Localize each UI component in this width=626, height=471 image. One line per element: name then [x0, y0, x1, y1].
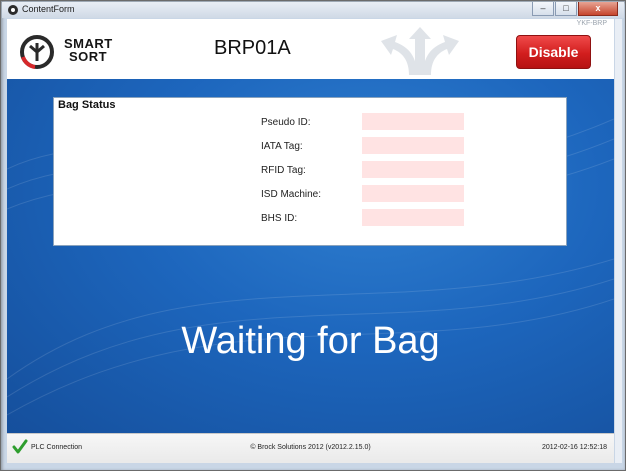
window-titlebar[interactable]: ContentForm – □ x: [2, 2, 624, 18]
pseudo-id-field[interactable]: [362, 113, 464, 130]
bhs-id-field[interactable]: [362, 209, 464, 226]
bag-status-title: Bag Status: [58, 99, 116, 111]
window-right-border: [615, 19, 622, 463]
minimize-button[interactable]: –: [532, 2, 554, 16]
pseudo-id-label: Pseudo ID:: [261, 117, 311, 128]
main-panel: Bag Status Pseudo ID: IATA Tag: RFID Tag…: [7, 79, 614, 433]
status-bar: PLC Connection © Brock Solutions 2012 (v…: [7, 433, 614, 463]
status-message: Waiting for Bag: [181, 320, 440, 362]
datetime-text: 2012-02-16 12:52:18: [542, 444, 607, 451]
brand-line2: SORT: [69, 49, 108, 64]
maximize-button[interactable]: □: [555, 2, 577, 16]
isd-machine-field[interactable]: [362, 185, 464, 202]
iata-tag-field[interactable]: [362, 137, 464, 154]
app-icon: [8, 5, 18, 15]
header-bar: YKF-BRP SMART SORT BRP01A Disable: [7, 19, 614, 79]
content-area: YKF-BRP SMART SORT BRP01A Disable Bag St…: [7, 19, 614, 463]
window-controls: – □ x: [532, 2, 618, 16]
application-window: ContentForm – □ x YKF-BRP SMART SORT BRP…: [0, 0, 626, 471]
station-name: BRP01A: [214, 37, 291, 59]
sort-arrows-icon: [381, 27, 459, 75]
disable-button[interactable]: Disable: [516, 35, 591, 69]
rfid-tag-field[interactable]: [362, 161, 464, 178]
window-title: ContentForm: [22, 4, 75, 14]
smart-sort-logo-icon: [20, 35, 54, 69]
isd-machine-label: ISD Machine:: [261, 189, 322, 200]
iata-tag-label: IATA Tag:: [261, 141, 303, 152]
brand-name: SMART SORT: [64, 37, 113, 63]
rfid-tag-label: RFID Tag:: [261, 165, 306, 176]
bag-status-panel: Bag Status Pseudo ID: IATA Tag: RFID Tag…: [53, 97, 567, 246]
station-code: YKF-BRP: [576, 20, 607, 27]
bhs-id-label: BHS ID:: [261, 213, 298, 224]
close-button[interactable]: x: [578, 2, 618, 16]
copyright-text: © Brock Solutions 2012 (v2012.2.15.0): [250, 444, 371, 451]
